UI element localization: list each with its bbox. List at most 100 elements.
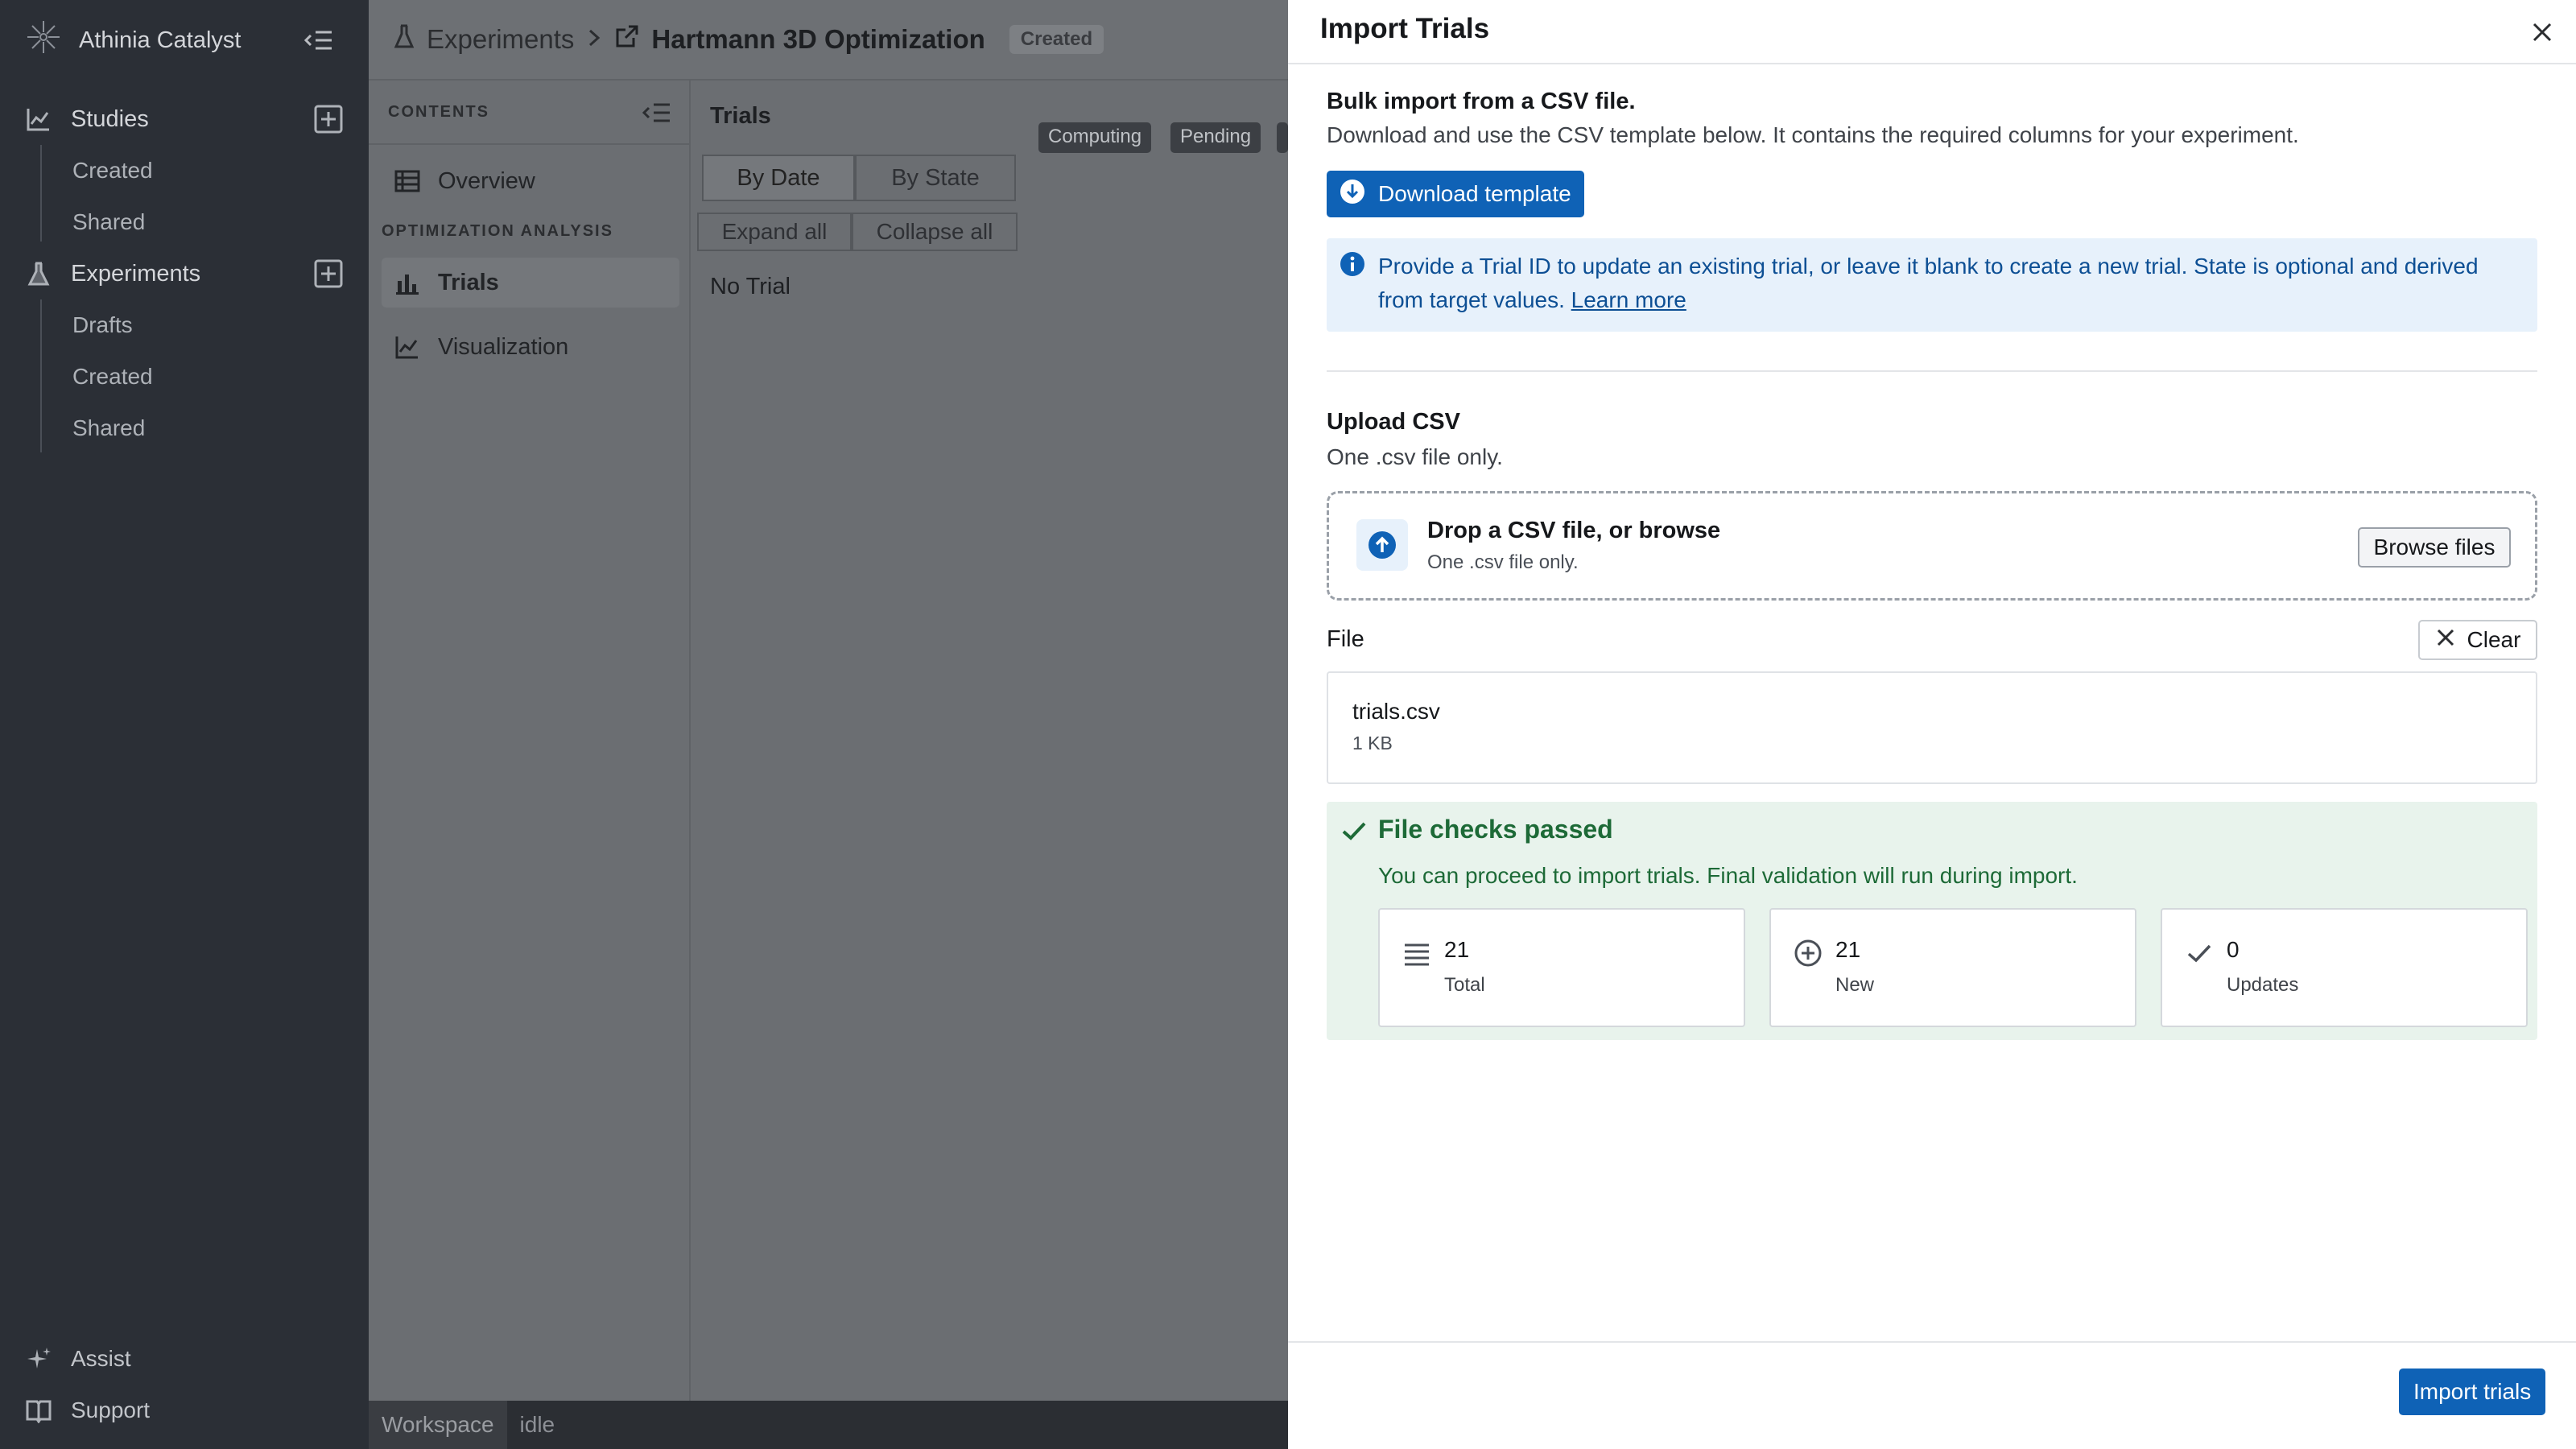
plus-circle-icon (1794, 939, 1823, 968)
stat-value: 0 (2227, 937, 2240, 962)
sidebar-item-experiments[interactable]: Experiments (24, 253, 354, 295)
browse-files-button[interactable]: Browse files (2358, 527, 2511, 568)
checks-desc: You can proceed to import trials. Final … (1378, 863, 2078, 888)
sidebar-item-support[interactable]: Support (24, 1391, 150, 1430)
divider (369, 143, 691, 145)
book-icon (24, 1396, 53, 1425)
sidebar-item-studies-shared[interactable]: Shared (72, 203, 145, 242)
list-icon (1402, 939, 1431, 968)
trials-pane: Trials Computing Pending By Date By Stat… (692, 80, 1288, 1401)
tab-by-date[interactable]: By Date (702, 155, 855, 201)
collapse-all-button[interactable]: Collapse all (852, 213, 1018, 251)
chevron-right-icon (585, 26, 603, 54)
empty-state: No Trial (710, 274, 791, 299)
selected-file-card: trials.csv 1 KB (1327, 671, 2537, 784)
info-icon (1340, 251, 1365, 277)
download-template-button[interactable]: Download template (1327, 171, 1584, 217)
sidebar-item-studies[interactable]: Studies (24, 98, 354, 140)
check-icon (1340, 816, 1368, 845)
contents-item-visualization[interactable]: Visualization (382, 322, 679, 372)
stat-value: 21 (1444, 937, 1470, 962)
file-checks-callout: File checks passed You can proceed to im… (1327, 802, 2537, 1040)
bulk-import-desc: Download and use the CSV template below.… (1327, 122, 2299, 147)
download-icon (1340, 179, 1365, 210)
check-icon (2185, 939, 2214, 968)
bar-chart-icon (393, 268, 422, 297)
contents-item-label: Trials (438, 269, 499, 295)
info-callout: Provide a Trial ID to update an existing… (1327, 238, 2537, 332)
contents-item-overview[interactable]: Overview (382, 156, 679, 206)
import-trials-button[interactable]: Import trials (2399, 1368, 2546, 1415)
expand-all-button[interactable]: Expand all (697, 213, 852, 251)
clear-button[interactable]: Clear (2418, 620, 2537, 660)
drawer-header: Import Trials (1288, 0, 2576, 64)
bulk-import-title: Bulk import from a CSV file. (1327, 89, 1636, 114)
stat-updates: 0 Updates (2161, 908, 2528, 1027)
collapse-sidebar-icon[interactable] (303, 24, 335, 56)
flask-icon (393, 23, 415, 56)
brand-name: Athinia Catalyst (79, 27, 242, 53)
sidebar-item-experiments-created[interactable]: Created (72, 357, 153, 396)
line-chart-icon (393, 332, 422, 361)
breadcrumb-current[interactable]: Hartmann 3D Optimization (614, 23, 985, 56)
experiment-title: Hartmann 3D Optimization (651, 24, 985, 54)
download-template-label: Download template (1378, 181, 1571, 206)
close-icon (2435, 627, 2456, 654)
file-name: trials.csv (1352, 699, 1440, 724)
sidebar-item-assist[interactable]: Assist (24, 1340, 131, 1378)
dropzone-title: Drop a CSV file, or browse (1427, 518, 1721, 543)
tree-rail (40, 299, 42, 452)
tree-rail (40, 145, 42, 242)
dropzone-subtitle: One .csv file only. (1427, 551, 1579, 573)
info-text: Provide a Trial ID to update an existing… (1378, 250, 2521, 317)
stat-total: 21 Total (1378, 908, 1745, 1027)
add-study-icon[interactable] (314, 105, 343, 134)
app-sidebar: Athinia Catalyst Studies Created Shared … (0, 0, 369, 1449)
clear-label: Clear (2467, 627, 2521, 652)
sidebar-item-label: Experiments (71, 260, 201, 287)
upload-csv-desc: One .csv file only. (1327, 444, 1503, 469)
sidebar-item-studies-created[interactable]: Created (72, 151, 153, 190)
breadcrumb-experiments[interactable]: Experiments (393, 23, 574, 56)
brand[interactable]: Athinia Catalyst (26, 21, 242, 60)
status-badge: Created (1009, 25, 1104, 54)
drawer-footer-divider (1288, 1341, 2576, 1343)
upload-icon (1356, 519, 1408, 571)
trials-title: Trials (710, 103, 771, 129)
add-experiment-icon[interactable] (314, 259, 343, 288)
checks-title: File checks passed (1378, 815, 1613, 844)
sidebar-item-label: Studies (71, 105, 149, 132)
state-badge-computing: Computing (1038, 122, 1152, 153)
info-message: Provide a Trial ID to update an existing… (1378, 254, 2479, 312)
table-icon (393, 167, 422, 196)
chart-line-icon (24, 105, 53, 134)
close-icon[interactable] (2528, 18, 2557, 47)
contents-group-label: OPTIMIZATION ANALYSIS (382, 222, 613, 240)
contents-item-label: Visualization (438, 333, 569, 360)
sidebar-item-label: Assist (71, 1346, 131, 1371)
upload-csv-title: Upload CSV (1327, 409, 1460, 435)
divider (1327, 370, 2537, 372)
collapse-contents-icon[interactable] (641, 97, 673, 129)
workspace-state: idle (519, 1412, 555, 1437)
sparkle-icon (24, 1344, 53, 1373)
contents-item-trials[interactable]: Trials (382, 258, 679, 308)
state-badge-pending: Pending (1170, 122, 1261, 153)
brand-logo-icon (26, 19, 61, 61)
flask-icon (24, 259, 53, 288)
sidebar-item-experiments-drafts[interactable]: Drafts (72, 306, 133, 345)
import-trials-drawer: Import Trials Bulk import from a CSV fil… (1288, 0, 2576, 1449)
sidebar-item-experiments-shared[interactable]: Shared (72, 409, 145, 448)
main-content: Experiments Hartmann 3D Optimization Cre… (369, 0, 1288, 1449)
file-size: 1 KB (1352, 733, 1393, 753)
tab-by-state[interactable]: By State (855, 155, 1016, 201)
stat-new: 21 New (1769, 908, 2136, 1027)
stat-label: Updates (2227, 974, 2299, 996)
status-bar: Workspace idle (369, 1401, 1288, 1449)
learn-more-link[interactable]: Learn more (1571, 287, 1686, 312)
stat-label: New (1835, 974, 1875, 996)
stat-label: Total (1444, 974, 1485, 996)
breadcrumb: Experiments Hartmann 3D Optimization Cre… (369, 0, 1288, 80)
csv-dropzone[interactable]: Drop a CSV file, or browse One .csv file… (1327, 491, 2537, 601)
workspace-label[interactable]: Workspace (369, 1401, 507, 1449)
